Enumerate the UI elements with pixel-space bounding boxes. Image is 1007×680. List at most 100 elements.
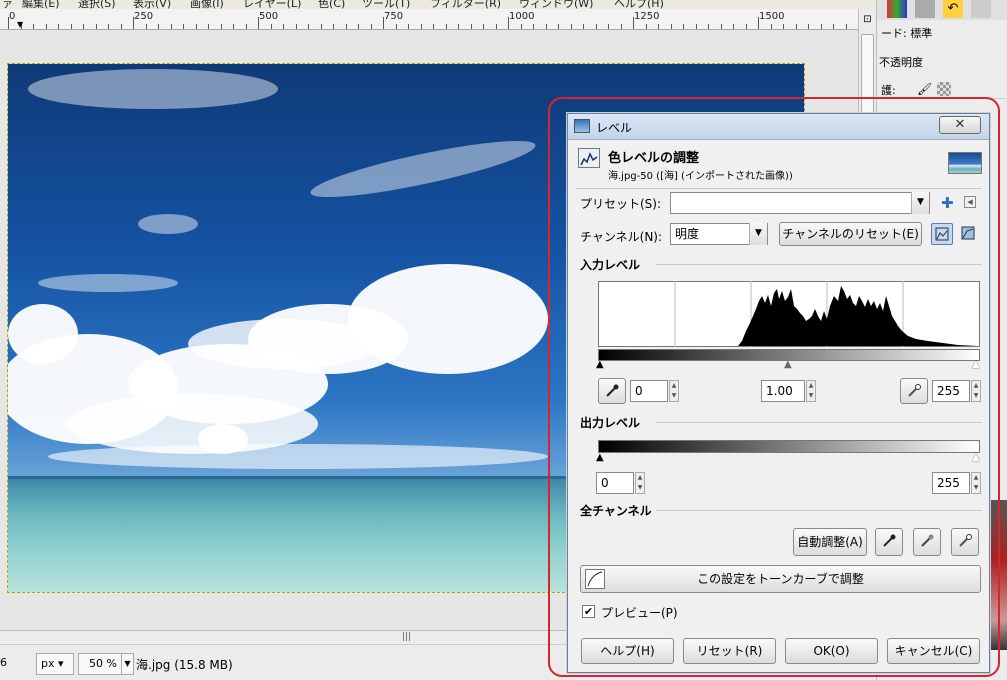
ruler-tick [583,24,584,29]
ruler-tick [145,24,147,29]
ruler-label: 500 [259,11,279,22]
menu-item-layer[interactable]: レイヤー(L) [243,0,301,9]
ruler-tick [495,24,497,29]
ruler-tick [220,24,222,29]
ruler-label: 250 [134,11,154,22]
ruler-tick [745,24,747,29]
ruler-tick [258,17,259,29]
menu-item-select[interactable]: 選択(S) [78,0,116,9]
ruler-tick [470,24,472,29]
channels-tab-icon[interactable] [915,0,935,18]
ruler-tick [845,24,847,29]
ruler-tick [395,24,397,29]
ruler-tick [570,24,572,29]
ruler-tick [445,24,447,29]
ruler-label: 1000 [509,11,535,22]
ruler-label: 0 [9,11,16,22]
menu-item-help[interactable]: ヘルプ(H) [614,0,664,9]
scrollbar-grip[interactable]: ||| [402,632,411,642]
menu-item-tools[interactable]: ツール(T) [362,0,410,9]
menu-item-filters[interactable]: フィルター(R) [430,0,501,9]
ruler-tick [820,24,822,29]
ruler-tick [508,17,509,29]
wisp-cloud [38,274,178,292]
navigate-icon[interactable]: ⊡ [858,9,876,30]
ruler-tick [308,24,309,29]
ruler-tick [83,24,84,29]
ruler-label: 1500 [759,11,785,22]
ruler-tick [8,17,9,29]
lock-label: 護: [881,84,896,97]
zoom-value: 50 % [89,657,117,670]
ruler-tick [383,17,384,29]
menu-item-file[interactable]: ァ [2,0,13,9]
ruler-tick [708,24,709,29]
cloud [48,444,548,469]
ruler-tick [595,24,597,29]
alpha-lock-icon[interactable] [937,82,951,96]
ruler-tick [358,24,359,29]
dock-tab-bar: ↶ [877,0,1007,20]
menu-item-view[interactable]: 表示(V) [133,0,171,9]
menu-item-image[interactable]: 画像(I) [190,0,224,9]
ruler-tick [520,24,522,29]
ruler-tick [345,24,347,29]
ruler-tick [408,24,409,29]
ruler-tick [720,24,722,29]
ruler-tick [295,24,297,29]
ruler-tick [645,24,647,29]
ruler-tick [783,24,784,29]
horizontal-ruler[interactable]: 0 250 500 750 1000 1250 1500 ▼ [0,9,858,30]
menu-item-edit[interactable]: 編集(E) [22,0,60,9]
ruler-tick [608,24,609,29]
ruler-tick [183,24,184,29]
wisp-cloud [28,69,278,109]
menu-bar: ァ 編集(E) 選択(S) 表示(V) 画像(I) レイヤー(L) 色(C) ツ… [0,0,876,9]
ruler-tick [808,24,809,29]
brush-icon[interactable]: 🖌 [917,82,932,96]
ruler-tick [108,24,109,29]
ruler-tick [795,24,797,29]
ruler-tick [283,24,284,29]
opacity-label: 不透明度 [879,56,923,69]
cloud [348,264,548,374]
ruler-tick [620,24,622,29]
ruler-tick [420,24,422,29]
wisp-cloud [138,214,198,234]
paths-tab-icon[interactable] [971,0,991,18]
unit-select[interactable]: px ▾ [36,653,74,675]
ruler-tick [683,24,684,29]
ruler-tick [545,24,547,29]
ruler-tick [320,24,322,29]
ruler-tick [770,24,772,29]
undo-tab-icon[interactable]: ↶ [943,0,963,18]
ruler-tick [95,24,97,29]
menu-item-color[interactable]: 色(C) [318,0,345,9]
ruler-tick [833,24,834,29]
ruler-tick [208,24,209,29]
ruler-tick [133,17,134,29]
ruler-tick [120,24,122,29]
ruler-tick [70,24,72,29]
ruler-tick [758,17,759,29]
unit-value: px [41,657,55,670]
ruler-tick [670,24,672,29]
red-highlight-frame [548,97,1000,677]
ruler-tick [245,24,247,29]
mode-label: ード: 標準 [881,27,933,40]
ruler-tick [370,24,372,29]
ruler-tick [233,24,234,29]
ruler-tick [658,24,659,29]
ruler-label: 750 [384,11,404,22]
layers-tab-icon[interactable] [887,0,907,18]
ruler-tick [158,24,159,29]
ruler-tick [458,24,459,29]
ruler-tick [533,24,534,29]
ruler-tick [483,24,484,29]
ruler-tick [733,24,734,29]
zoom-field[interactable]: 50 % [78,653,122,675]
ruler-tick [33,24,34,29]
menu-item-windows[interactable]: ウィンドウ(W) [519,0,593,9]
zoom-dropdown-icon[interactable]: ▼ [121,653,134,675]
image-info: 海.jpg (15.8 MB) [136,658,233,672]
